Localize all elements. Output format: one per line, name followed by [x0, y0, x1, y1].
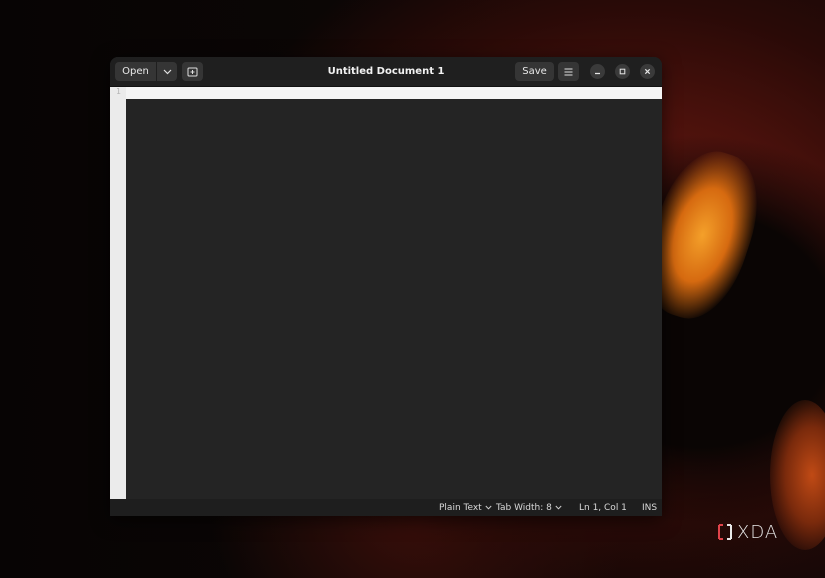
watermark-text: XDA [737, 521, 779, 543]
insert-mode-indicator: INS [642, 499, 657, 516]
cursor-position-label: Ln 1, Col 1 [579, 502, 627, 513]
tab-width-label: Tab Width: 8 [496, 502, 552, 513]
window-title: Untitled Document 1 [327, 66, 445, 77]
save-button-label: Save [522, 66, 547, 77]
line-number: 1 [116, 87, 121, 96]
minimize-button[interactable] [590, 64, 605, 79]
language-label: Plain Text [439, 502, 482, 513]
current-line-highlight[interactable] [126, 87, 662, 99]
maximize-icon [619, 68, 626, 75]
close-icon [644, 68, 651, 75]
open-button-label: Open [122, 66, 149, 77]
line-number-gutter [110, 87, 126, 499]
xda-logo-icon [718, 524, 732, 540]
minimize-icon [595, 72, 600, 75]
new-tab-icon [187, 67, 198, 76]
main-menu-button[interactable] [558, 62, 579, 81]
tab-width-selector[interactable]: Tab Width: 8 [496, 499, 562, 516]
new-tab-button[interactable] [182, 62, 203, 81]
cursor-position[interactable]: Ln 1, Col 1 [579, 499, 627, 516]
hamburger-menu-icon [564, 68, 573, 75]
chevron-down-icon [163, 69, 171, 74]
text-editor-area[interactable] [126, 99, 662, 499]
header-bar[interactable]: Open Untitled Document 1 Save [110, 57, 662, 87]
xda-watermark: XDA [717, 520, 795, 544]
status-bar: Plain Text Tab Width: 8 Ln 1, Col 1 INS [110, 499, 662, 516]
open-button[interactable]: Open [115, 62, 156, 81]
chevron-down-icon [555, 505, 562, 510]
language-selector[interactable]: Plain Text [439, 499, 492, 516]
save-button[interactable]: Save [515, 62, 554, 81]
close-button[interactable] [640, 64, 655, 79]
insert-mode-label: INS [642, 502, 658, 513]
text-editor-window: Open Untitled Document 1 Save 1 Plain Te… [110, 57, 662, 516]
open-recent-menu-button[interactable] [157, 62, 177, 81]
chevron-down-icon [485, 505, 492, 510]
maximize-button[interactable] [615, 64, 630, 79]
